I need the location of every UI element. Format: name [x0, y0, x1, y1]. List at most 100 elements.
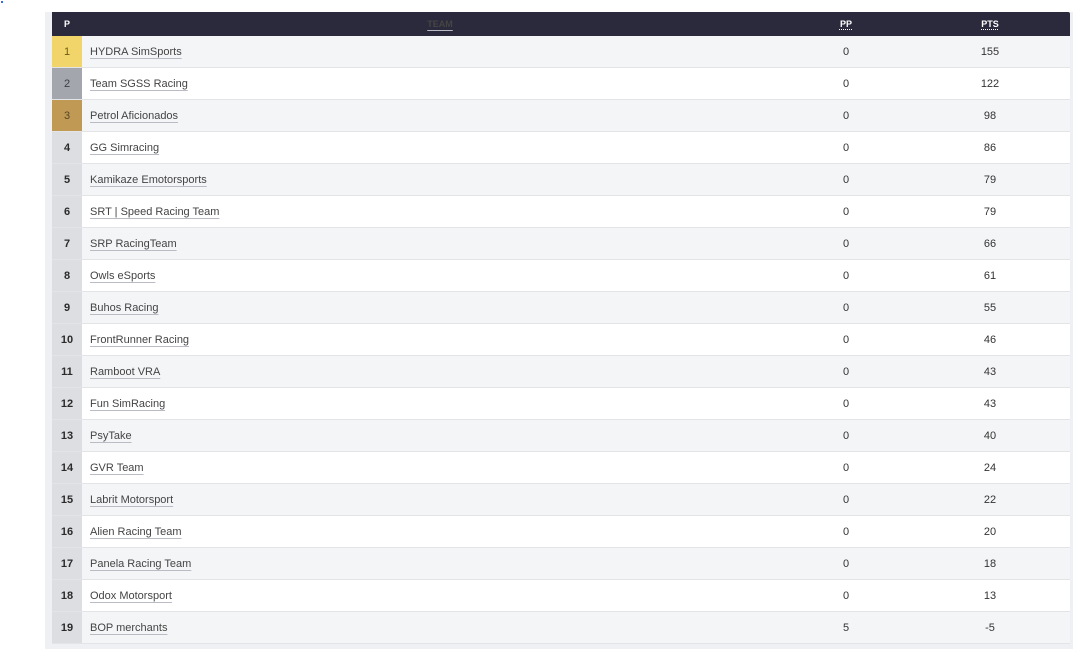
- position-cell: 8: [52, 260, 82, 291]
- pts-cell: 61: [983, 269, 997, 282]
- pts-cell: 86: [983, 141, 997, 154]
- table-header: P TEAM PP PTS: [52, 12, 1070, 36]
- header-pts-label: PTS: [981, 19, 999, 29]
- table-row: 1 HYDRA SimSports 0 155: [52, 36, 1070, 68]
- position-cell: 9: [52, 292, 82, 323]
- team-link[interactable]: Ramboot VRA: [90, 366, 160, 378]
- position-cell: 6: [52, 196, 82, 227]
- pp-cell: 0: [842, 461, 850, 474]
- pts-cell: 55: [983, 301, 997, 314]
- pp-cell: 0: [842, 365, 850, 378]
- position-cell: 18: [52, 580, 82, 611]
- table-body: 1 HYDRA SimSports 0 155 2 Team SGSS Racing 0 12…: [52, 36, 1070, 644]
- team-link[interactable]: Buhos Racing: [90, 302, 159, 314]
- team-link[interactable]: SRP RacingTeam: [90, 238, 177, 250]
- table-row: 8 Owls eSports 0 61: [52, 260, 1070, 292]
- header-pts: PTS: [959, 19, 1021, 29]
- team-link[interactable]: BOP merchants: [90, 622, 167, 634]
- team-link[interactable]: HYDRA SimSports: [90, 46, 182, 58]
- table-row: 7 SRP RacingTeam 0 66: [52, 228, 1070, 260]
- header-pp-label: PP: [839, 19, 852, 29]
- position-cell: 16: [52, 516, 82, 547]
- pp-cell: 0: [842, 269, 850, 282]
- pp-cell: 0: [842, 493, 850, 506]
- team-link[interactable]: Team SGSS Racing: [90, 78, 188, 90]
- pts-cell: 43: [983, 397, 997, 410]
- pp-cell: 0: [842, 333, 850, 346]
- table-row: 11 Ramboot VRA 0 43: [52, 356, 1070, 388]
- pts-cell: 46: [983, 333, 997, 346]
- pts-cell: 20: [983, 525, 997, 538]
- team-link[interactable]: Panela Racing Team: [90, 558, 191, 570]
- team-link[interactable]: GG Simracing: [90, 142, 159, 154]
- table-row: 18 Odox Motorsport 0 13: [52, 580, 1070, 612]
- position-cell: 15: [52, 484, 82, 515]
- position-cell: 17: [52, 548, 82, 579]
- position-cell: 4: [52, 132, 82, 163]
- table-row: 13 PsyTake 0 40: [52, 420, 1070, 452]
- position-cell: 2: [52, 68, 82, 99]
- table-row: 10 FrontRunner Racing 0 46: [52, 324, 1070, 356]
- pp-cell: 0: [842, 557, 850, 570]
- pts-cell: 79: [983, 173, 997, 186]
- pts-cell: 155: [980, 45, 1000, 58]
- table-row: 14 GVR Team 0 24: [52, 452, 1070, 484]
- position-cell: 19: [52, 612, 82, 643]
- pp-cell: 0: [842, 397, 850, 410]
- pp-cell: 0: [842, 525, 850, 538]
- pp-cell: 0: [842, 77, 850, 90]
- team-link[interactable]: Kamikaze Emotorsports: [90, 174, 207, 186]
- table-row: 4 GG Simracing 0 86: [52, 132, 1070, 164]
- pts-cell: 122: [980, 77, 1000, 90]
- pts-cell: 79: [983, 205, 997, 218]
- table-row: 12 Fun SimRacing 0 43: [52, 388, 1070, 420]
- position-cell: 7: [52, 228, 82, 259]
- pp-cell: 0: [842, 205, 850, 218]
- position-cell: 1: [52, 36, 82, 67]
- pts-cell: 98: [983, 109, 997, 122]
- team-link[interactable]: Petrol Aficionados: [90, 110, 178, 122]
- pp-cell: 0: [842, 45, 850, 58]
- table-row: 3 Petrol Aficionados 0 98: [52, 100, 1070, 132]
- position-cell: 11: [52, 356, 82, 387]
- table-row: 9 Buhos Racing 0 55: [52, 292, 1070, 324]
- position-cell: 10: [52, 324, 82, 355]
- table-row: 5 Kamikaze Emotorsports 0 79: [52, 164, 1070, 196]
- position-cell: 5: [52, 164, 82, 195]
- table-row: 6 SRT | Speed Racing Team 0 79: [52, 196, 1070, 228]
- pp-cell: 0: [842, 109, 850, 122]
- pp-cell: 0: [842, 141, 850, 154]
- position-cell: 12: [52, 388, 82, 419]
- team-link[interactable]: Odox Motorsport: [90, 590, 172, 602]
- corner-dot: [1, 1, 3, 3]
- pp-cell: 0: [842, 301, 850, 314]
- pts-cell: 40: [983, 429, 997, 442]
- pp-cell: 0: [842, 173, 850, 186]
- team-link[interactable]: Fun SimRacing: [90, 398, 165, 410]
- pts-cell: 22: [983, 493, 997, 506]
- team-link[interactable]: PsyTake: [90, 430, 132, 442]
- pts-cell: 43: [983, 365, 997, 378]
- pts-cell: 18: [983, 557, 997, 570]
- table-row: 16 Alien Racing Team 0 20: [52, 516, 1070, 548]
- team-link[interactable]: GVR Team: [90, 462, 144, 474]
- header-pp: PP: [815, 19, 877, 29]
- pts-cell: 66: [983, 237, 997, 250]
- pp-cell: 0: [842, 589, 850, 602]
- header-team: TEAM: [427, 19, 453, 29]
- table-row: 15 Labrit Motorsport 0 22: [52, 484, 1070, 516]
- table-row: 2 Team SGSS Racing 0 122: [52, 68, 1070, 100]
- header-position: P: [63, 19, 70, 29]
- pts-cell: 13: [983, 589, 997, 602]
- position-cell: 13: [52, 420, 82, 451]
- team-link[interactable]: FrontRunner Racing: [90, 334, 189, 346]
- table-row: 17 Panela Racing Team 0 18: [52, 548, 1070, 580]
- team-link[interactable]: Alien Racing Team: [90, 526, 182, 538]
- pp-cell: 5: [842, 621, 850, 634]
- team-link[interactable]: Owls eSports: [90, 270, 155, 282]
- team-link[interactable]: Labrit Motorsport: [90, 494, 173, 506]
- position-cell: 14: [52, 452, 82, 483]
- pts-cell: -5: [985, 621, 995, 634]
- position-cell: 3: [52, 100, 82, 131]
- team-link[interactable]: SRT | Speed Racing Team: [90, 206, 219, 218]
